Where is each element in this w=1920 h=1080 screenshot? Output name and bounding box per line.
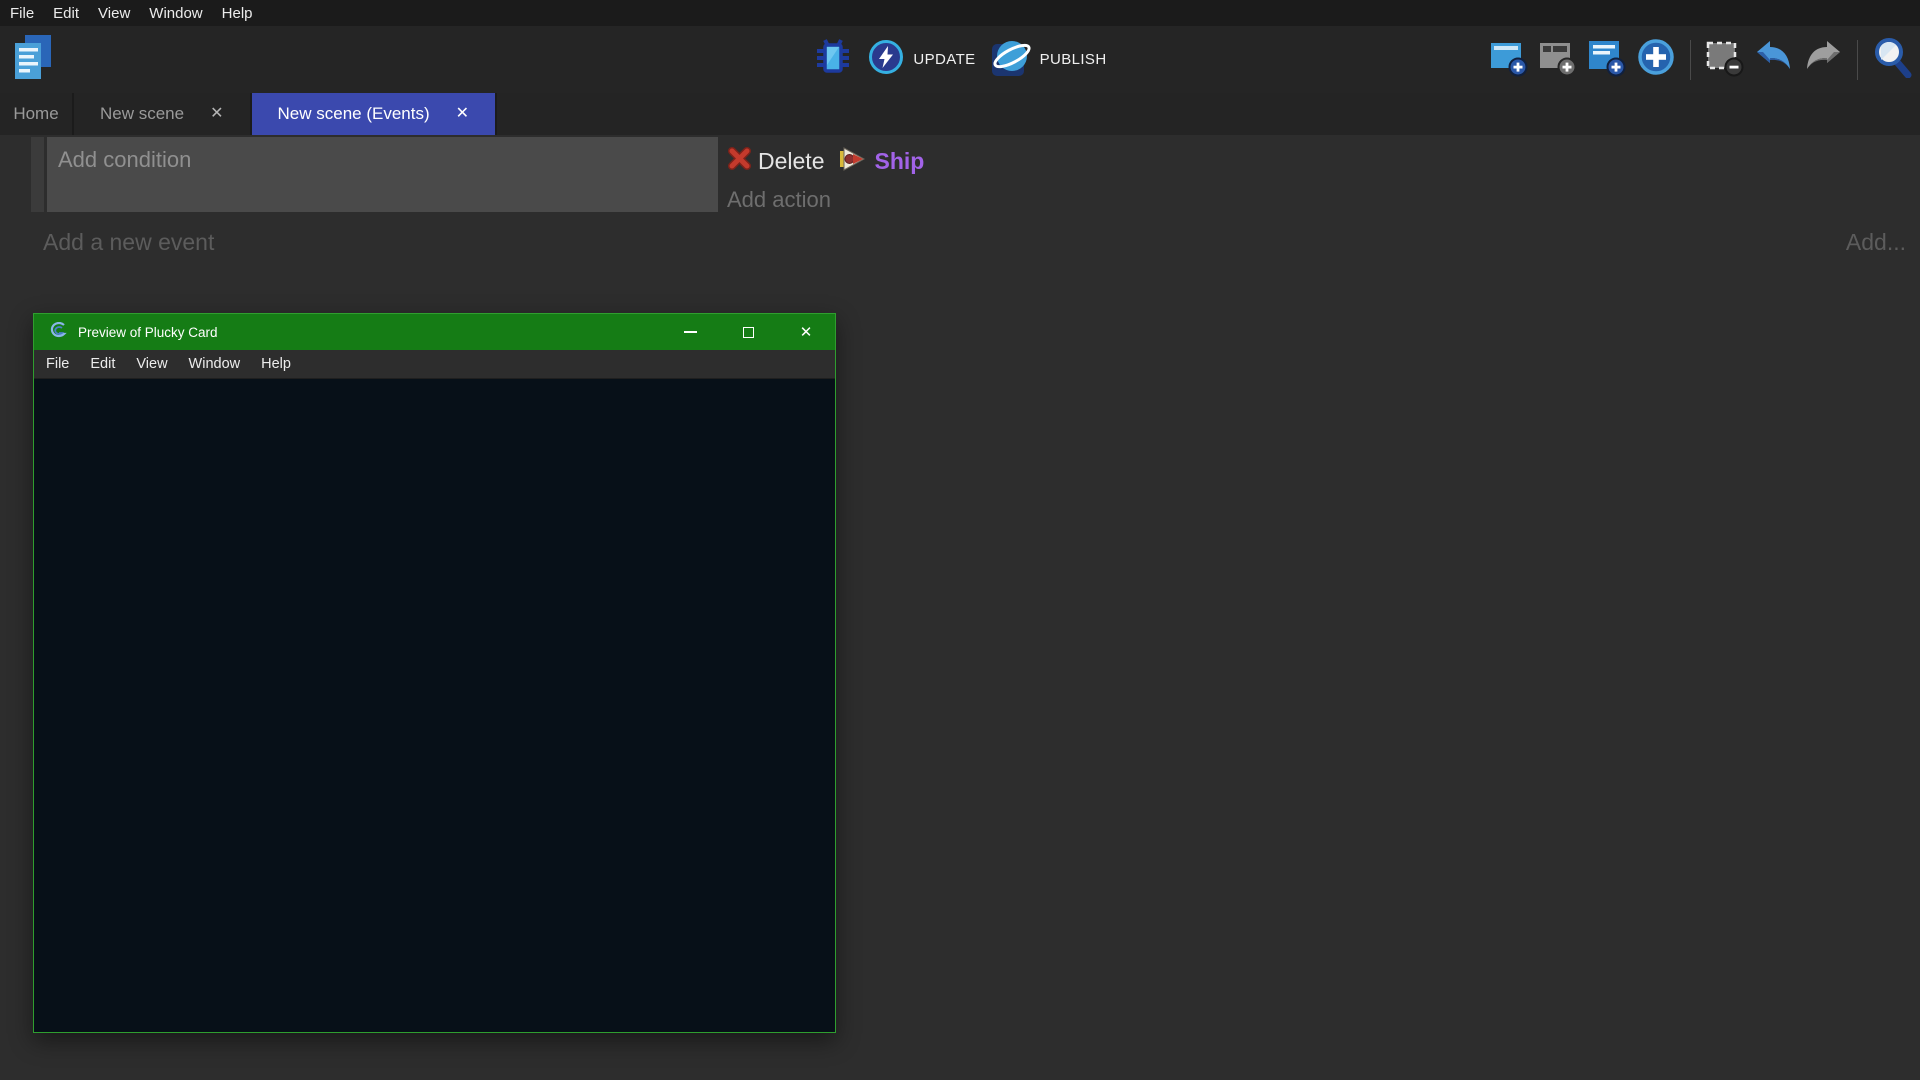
preview-menu-file[interactable]: File — [46, 356, 69, 372]
ship-object-icon — [838, 147, 866, 176]
debug-bug-icon — [812, 36, 854, 83]
add-other-event-icon — [1588, 37, 1626, 82]
menu-edit[interactable]: Edit — [53, 5, 79, 22]
preview-window-controls: ✕ — [661, 314, 835, 350]
menu-window[interactable]: Window — [149, 5, 202, 22]
add-subevent-icon — [1539, 37, 1577, 82]
editor-tabbar: Home New scene ✕ New scene (Events) ✕ — [0, 93, 1920, 135]
preview-menu-help[interactable]: Help — [261, 356, 291, 372]
add-event-button[interactable] — [1489, 38, 1529, 82]
add-more-button[interactable]: Add... — [1846, 229, 1906, 256]
add-subevent-button[interactable] — [1538, 38, 1578, 82]
toolbar-separator — [1690, 40, 1691, 80]
tab-home[interactable]: Home — [0, 93, 74, 135]
add-event-icon — [1490, 37, 1528, 82]
tab-close-icon[interactable]: ✕ — [456, 106, 469, 122]
app-menubar: File Edit View Window Help — [0, 0, 1920, 26]
preview-window: Preview of Plucky Card ✕ File Edit View — [33, 313, 836, 1033]
toolbar-right-group — [1489, 26, 1912, 93]
undo-button[interactable] — [1754, 38, 1794, 82]
preview-menu-view[interactable]: View — [136, 356, 167, 372]
event-conditions-area[interactable]: Add condition — [47, 137, 718, 212]
update-lightning-icon — [867, 38, 905, 81]
gdevelop-window: File Edit View Window Help — [0, 0, 1920, 1080]
preview-window-title: Preview of Plucky Card — [78, 325, 218, 340]
debug-button[interactable] — [813, 38, 853, 82]
delete-selection-icon — [1705, 37, 1745, 82]
action-verb: Delete — [758, 148, 824, 175]
preview-menubar: File Edit View Window Help — [34, 350, 835, 379]
tab-new-scene[interactable]: New scene ✕ — [74, 93, 252, 135]
preview-menu-window[interactable]: Window — [189, 356, 241, 372]
add-more-event-button[interactable] — [1636, 38, 1676, 82]
minimize-icon — [684, 331, 697, 333]
search-icon — [1872, 36, 1912, 83]
add-action-placeholder[interactable]: Add action — [727, 187, 1627, 213]
delete-x-icon — [727, 146, 752, 176]
redo-arrow-icon — [1803, 39, 1843, 80]
preview-game-canvas[interactable] — [34, 379, 835, 1032]
redo-button[interactable] — [1803, 38, 1843, 82]
toolbar-separator — [1857, 40, 1858, 80]
menu-help[interactable]: Help — [222, 5, 253, 22]
tab-label: New scene — [100, 104, 184, 124]
add-new-event-button[interactable]: Add a new event — [43, 229, 214, 256]
preview-titlebar[interactable]: Preview of Plucky Card ✕ — [34, 314, 835, 350]
publish-globe-icon — [990, 36, 1032, 83]
minimize-button[interactable] — [661, 314, 719, 350]
close-icon: ✕ — [800, 325, 813, 340]
tab-label: Home — [13, 104, 58, 124]
preview-menu-edit[interactable]: Edit — [90, 356, 115, 372]
tab-label: New scene (Events) — [278, 104, 430, 124]
event-drag-handle[interactable] — [31, 137, 44, 212]
search-button[interactable] — [1872, 38, 1912, 82]
event-actions-area: Delete Ship Add action — [727, 137, 1627, 213]
undo-arrow-icon — [1754, 39, 1794, 80]
add-other-event-button[interactable] — [1587, 38, 1627, 82]
add-circle-plus-icon — [1636, 37, 1676, 82]
menu-view[interactable]: View — [98, 5, 130, 22]
delete-selection-button[interactable] — [1705, 38, 1745, 82]
gdevelop-logo-icon — [48, 322, 68, 343]
publish-button[interactable]: PUBLISH — [990, 36, 1107, 83]
events-sheet: Add condition Delete — [0, 135, 1920, 1080]
add-condition-placeholder[interactable]: Add condition — [47, 137, 718, 173]
update-button[interactable]: UPDATE — [867, 38, 975, 81]
maximize-button[interactable] — [719, 314, 777, 350]
close-button[interactable]: ✕ — [777, 314, 835, 350]
publish-label: PUBLISH — [1040, 51, 1107, 68]
menu-file[interactable]: File — [10, 5, 34, 22]
tab-new-scene-events[interactable]: New scene (Events) ✕ — [252, 93, 498, 135]
update-label: UPDATE — [913, 51, 975, 68]
maximize-icon — [743, 327, 754, 338]
action-delete-ship[interactable]: Delete Ship — [727, 143, 1627, 179]
action-object-name: Ship — [874, 148, 924, 175]
main-toolbar: UPDATE PUBLISH — [0, 26, 1920, 93]
tab-close-icon[interactable]: ✕ — [210, 106, 223, 122]
